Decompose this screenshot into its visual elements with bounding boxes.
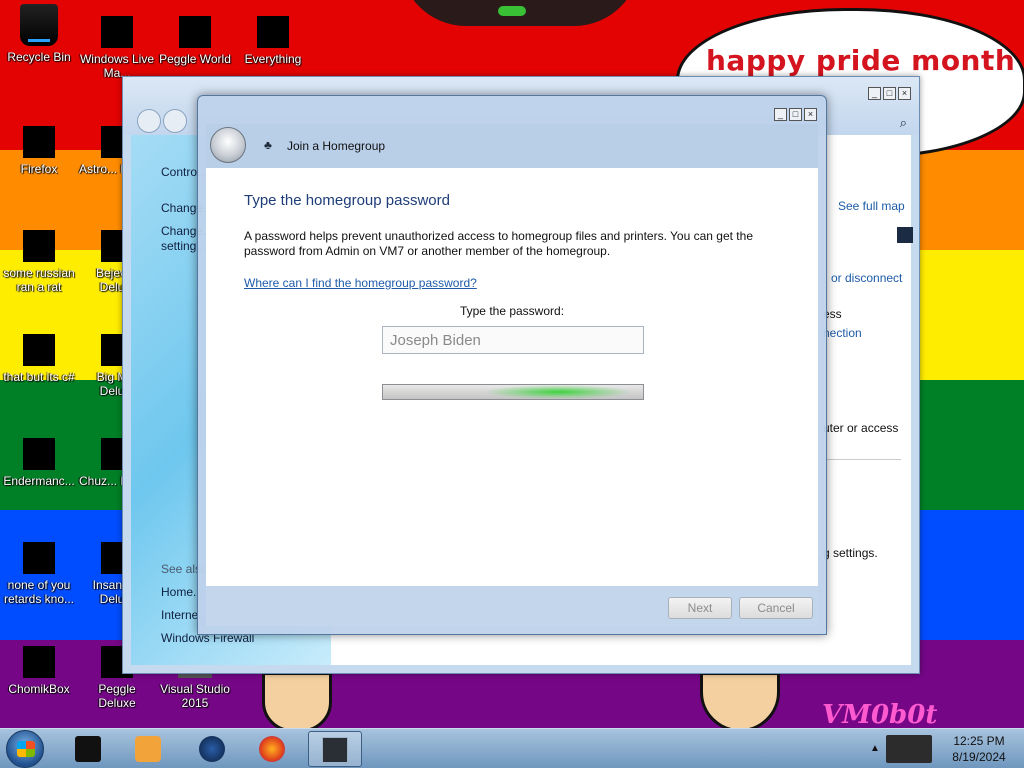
connection-link[interactable]: nection: [823, 326, 862, 340]
network-map-icon: [897, 227, 913, 243]
back-arrow-button[interactable]: [210, 127, 246, 163]
password-input[interactable]: [382, 326, 644, 354]
desktop-icon-label: some russian ran a rat: [3, 266, 75, 294]
desktop-icon-label: Firefox: [20, 162, 58, 176]
taskbar-item[interactable]: [246, 731, 300, 767]
desktop-icon-label: none of you retards kno...: [3, 578, 75, 606]
back-button[interactable]: [137, 109, 161, 133]
app-icon: [23, 646, 55, 678]
dialog-footer: Next Cancel: [206, 586, 818, 626]
clock-time: 12:25 PM: [953, 734, 1005, 748]
forward-button[interactable]: [163, 109, 187, 133]
desktop-icon-label: Endermanc...: [3, 474, 75, 488]
dialog-window-controls: _ □ ×: [772, 106, 817, 121]
close-button[interactable]: ×: [804, 108, 817, 121]
dialog-description: A password helps prevent unauthorized ac…: [244, 229, 753, 258]
taskbar: ▲ 12:25 PM 8/19/2024: [0, 728, 1024, 768]
see-full-map-link[interactable]: See full map: [838, 199, 905, 213]
control-panel-icon: [322, 737, 348, 763]
desktop-icon-label: Everything: [244, 52, 302, 66]
desktop-icon-label: that but its c#: [3, 370, 75, 384]
clock-date: 8/19/2024: [952, 750, 1006, 764]
main-text: g settings.: [823, 546, 878, 560]
window-controls: _ □ ×: [866, 85, 911, 100]
dialog-heading: Type the homegroup password: [244, 192, 450, 209]
clock[interactable]: 12:25 PM 8/19/2024: [942, 733, 1016, 765]
wallpaper-green-dot: [498, 6, 526, 16]
desktop-icon-none-of-you[interactable]: none of you retards kno...: [0, 530, 78, 606]
desktop-icon-peggle-world[interactable]: Peggle World: [156, 4, 234, 66]
system-tray: ▲ 12:25 PM 8/19/2024: [862, 729, 1024, 768]
firefox-icon: [259, 736, 285, 762]
app-icon: [257, 16, 289, 48]
minimize-button[interactable]: _: [868, 87, 881, 100]
minimize-button[interactable]: _: [774, 108, 787, 121]
app-icon: [23, 334, 55, 366]
app-icon: [179, 16, 211, 48]
taskbar-item[interactable]: [186, 731, 240, 767]
banner-text: happy pride month: [706, 44, 1016, 77]
recycle-bin-icon: [20, 4, 58, 46]
show-hidden-icons-arrow[interactable]: ▲: [870, 743, 880, 754]
taskbar-item[interactable]: [62, 731, 116, 767]
maximize-button[interactable]: □: [883, 87, 896, 100]
password-label: Type the password:: [459, 304, 565, 318]
start-button[interactable]: [6, 730, 44, 768]
desktop-icon-everything[interactable]: Everything: [234, 4, 312, 66]
close-button[interactable]: ×: [898, 87, 911, 100]
desktop-icon-windows-live[interactable]: Windows Live Ma...: [78, 4, 156, 80]
desktop-icon-endermanch[interactable]: Endermanc...: [0, 426, 78, 488]
dialog-body: Type the homegroup password A password h…: [206, 168, 818, 586]
dialog-title: Join a Homegroup: [287, 139, 386, 153]
divider: [821, 459, 901, 460]
firefox-icon: [23, 126, 55, 158]
desktop-icon-label: Peggle Deluxe: [98, 682, 136, 710]
cancel-button[interactable]: Cancel: [739, 597, 813, 619]
find-password-link[interactable]: Where can I find the homegroup password?: [244, 276, 477, 290]
wallpaper-blob-left: [262, 672, 332, 728]
recycle-app-icon: [75, 736, 101, 762]
globe-icon: [199, 736, 225, 762]
taskbar-item-active[interactable]: [308, 731, 362, 767]
join-homegroup-dialog[interactable]: _ □ × ♣ Join a Homegroup Type the homegrou…: [197, 95, 827, 635]
desktop-icon-russian-rat[interactable]: some russian ran a rat: [0, 218, 78, 294]
media-player-icon: [135, 736, 161, 762]
desktop-icon-label: Peggle World: [159, 52, 231, 66]
app-icon: [101, 16, 133, 48]
desktop-icon-recycle-bin[interactable]: Recycle Bin: [0, 4, 78, 64]
dialog-header: ♣ Join a Homegroup: [206, 124, 818, 168]
wallpaper-blob-right: [700, 672, 780, 728]
windows-logo-icon: [17, 741, 35, 757]
nav-buttons: [137, 109, 189, 136]
progress-indicator: [483, 385, 633, 399]
next-button[interactable]: Next: [668, 597, 732, 619]
desktop-icon-firefox[interactable]: Firefox: [0, 114, 78, 176]
disconnect-link[interactable]: or disconnect: [831, 271, 902, 285]
watermark-text: VM0b0t: [822, 700, 938, 728]
desktop-icon-csharp[interactable]: that but its c#: [0, 322, 78, 384]
desktop-icon-label: Recycle Bin: [7, 50, 71, 64]
main-text: uter or access: [823, 421, 899, 435]
search-icon[interactable]: ⌕: [900, 115, 907, 131]
homegroup-icon: ♣: [264, 138, 272, 152]
desktop-icon-label: ChomikBox: [8, 682, 70, 696]
progress-bar: [382, 384, 644, 400]
app-icon: [23, 542, 55, 574]
taskbar-item[interactable]: [122, 731, 176, 767]
network-tray-icon[interactable]: [886, 735, 932, 763]
app-icon: [23, 438, 55, 470]
app-icon: [23, 230, 55, 262]
desktop-icon-label: Visual Studio 2015: [160, 682, 230, 710]
desktop-icon-chomikbox[interactable]: ChomikBox: [0, 634, 78, 696]
maximize-button[interactable]: □: [789, 108, 802, 121]
